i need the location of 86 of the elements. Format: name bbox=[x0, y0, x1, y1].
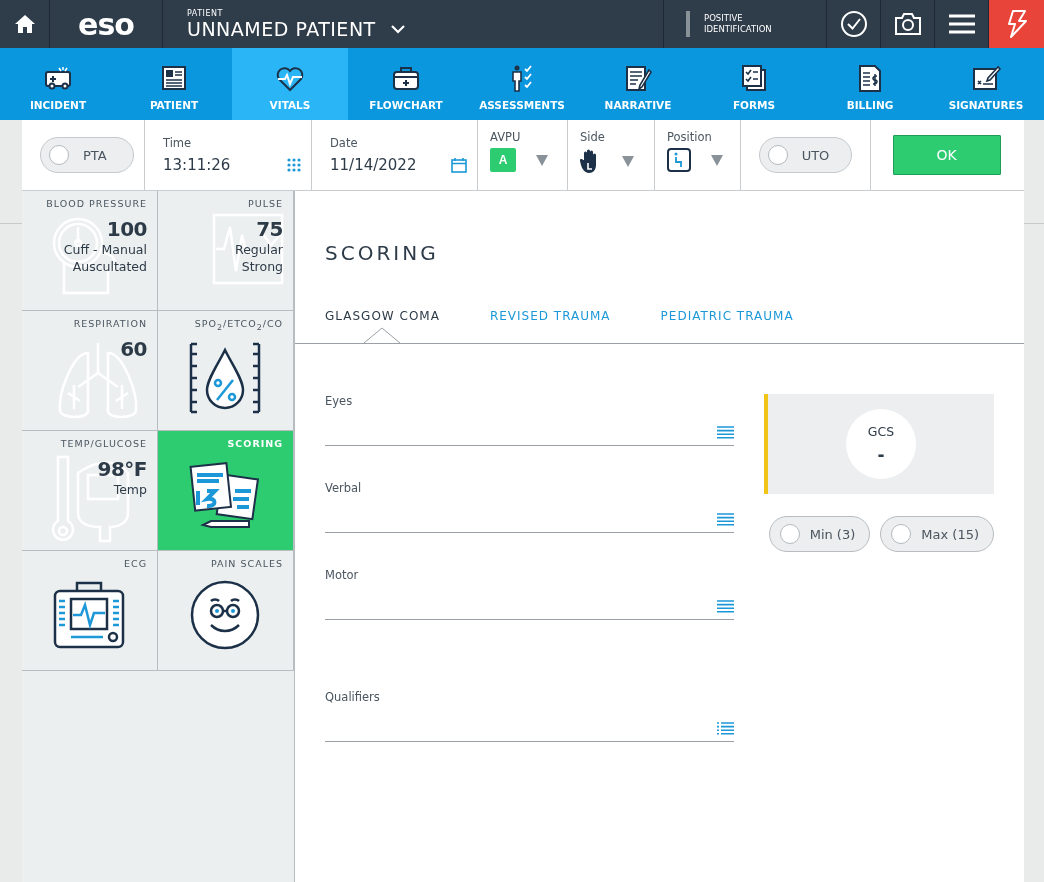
dropdown-triangle-icon bbox=[711, 154, 723, 166]
smiley-face-icon bbox=[188, 579, 261, 651]
tile-detail: Cuff - Manual bbox=[63, 241, 147, 258]
nav-tab[interactable]: SIGNATURES bbox=[928, 48, 1044, 120]
vital-tile[interactable]: PULSE 75 Regular Strong bbox=[158, 191, 294, 311]
date-value: 11/14/2022 bbox=[330, 156, 417, 174]
patient-name-dropdown[interactable]: UNNAMED PATIENT bbox=[187, 17, 663, 40]
nav-tab[interactable]: NARRATIVE bbox=[580, 48, 696, 120]
vital-tile[interactable]: SCORING bbox=[158, 431, 294, 551]
vital-tile[interactable]: SPO$_{2}$/ETCO$_{2}$/CO bbox=[158, 311, 294, 431]
tile-value: 98°F bbox=[97, 457, 147, 481]
gcs-label: GCS bbox=[867, 423, 895, 439]
field-label: Motor bbox=[325, 568, 360, 582]
nav-tab[interactable]: BILLING bbox=[812, 48, 928, 120]
tile-detail: Strong bbox=[241, 258, 283, 275]
vital-tile[interactable]: PAIN SCALES bbox=[158, 551, 294, 671]
nav-tab[interactable]: VITALS bbox=[232, 48, 348, 120]
nav-tab[interactable]: FORMS bbox=[696, 48, 812, 120]
ok-button[interactable]: OK bbox=[892, 135, 1001, 175]
position-icon bbox=[667, 148, 691, 172]
positive-identification-label: POSITIVE IDENTIFICATION bbox=[704, 13, 773, 35]
field-label: Qualifiers bbox=[325, 690, 381, 704]
uto-toggle[interactable]: UTO bbox=[758, 137, 853, 173]
lines-icon bbox=[717, 513, 734, 526]
tile-detail: Auscultated bbox=[72, 258, 147, 275]
tile-detail: Regular bbox=[235, 241, 283, 258]
nav-tab[interactable]: PATIENT bbox=[116, 48, 232, 120]
scoring-tab[interactable]: GLASGOW COMA bbox=[325, 309, 440, 343]
check-circle-icon bbox=[839, 10, 868, 38]
vital-tile[interactable]: ECG bbox=[22, 551, 158, 671]
tile-title: PAIN SCALES bbox=[210, 558, 283, 569]
tile-title: ECG bbox=[124, 558, 147, 569]
vital-tile[interactable]: BLOOD PRESSURE 100 Cuff - Manual Auscultated bbox=[22, 191, 158, 311]
tile-title: RESPIRATION bbox=[73, 318, 147, 329]
tile-title: BLOOD PRESSURE bbox=[46, 198, 147, 209]
tile-value: 60 bbox=[120, 337, 147, 361]
patient-label: PATIENT bbox=[187, 8, 224, 18]
calendar-icon[interactable] bbox=[451, 157, 467, 173]
nav-tab[interactable]: FLOWCHART bbox=[348, 48, 464, 120]
scoring-heading: SCORING bbox=[325, 241, 440, 265]
tile-title: SPO$_{2}$/ETCO$_{2}$/CO bbox=[194, 318, 283, 332]
nav-tab[interactable]: INCIDENT bbox=[0, 48, 116, 120]
avpu-label: AVPU bbox=[490, 130, 522, 144]
score-cards-icon bbox=[188, 459, 261, 531]
date-label: Date bbox=[330, 136, 359, 150]
checklist-icon bbox=[739, 64, 769, 93]
scoring-tab[interactable]: PEDIATRIC TRAUMA bbox=[660, 309, 794, 343]
lightning-bolt-button[interactable] bbox=[989, 0, 1044, 48]
tile-title: PULSE bbox=[248, 198, 283, 209]
radio-option[interactable]: Max (15) bbox=[880, 516, 994, 552]
chevron-down-icon bbox=[389, 23, 406, 34]
heart-pulse-icon bbox=[275, 64, 305, 93]
time-label: Time bbox=[163, 136, 193, 150]
document-pencil-icon bbox=[623, 64, 653, 93]
id-card-icon bbox=[159, 64, 189, 93]
dropdown-triangle-icon bbox=[536, 154, 548, 166]
vital-tile[interactable]: RESPIRATION 60 bbox=[22, 311, 158, 431]
position-label: Position bbox=[667, 130, 713, 144]
side-label: Side bbox=[580, 130, 606, 144]
menu-icon bbox=[948, 14, 975, 34]
time-value: 13:11:26 bbox=[163, 156, 231, 174]
tile-title: SCORING bbox=[227, 438, 283, 449]
avpu-dropdown[interactable]: A bbox=[490, 148, 557, 172]
scoring-tab[interactable]: REVISED TRAUMA bbox=[489, 309, 611, 343]
tile-value: 100 bbox=[106, 217, 147, 241]
gcs-value: - bbox=[877, 444, 885, 465]
tile-value: 75 bbox=[256, 217, 283, 241]
ecg-monitor-icon bbox=[52, 579, 125, 651]
lines-icon bbox=[717, 600, 734, 613]
radio-option[interactable]: Min (3) bbox=[768, 516, 871, 552]
avpu-badge: A bbox=[490, 148, 516, 172]
vital-tile[interactable]: TEMP/GLUCOSE 98°F Temp bbox=[22, 431, 158, 551]
nav-tab[interactable]: ASSESSMENTS bbox=[464, 48, 580, 120]
eso-logo: eso bbox=[78, 6, 134, 42]
field-label: Eyes bbox=[325, 394, 354, 408]
medical-bag-icon bbox=[391, 64, 421, 93]
lines-icon bbox=[717, 426, 734, 439]
camera-icon bbox=[893, 12, 922, 36]
tile-detail: Temp bbox=[113, 481, 147, 498]
dropdown-triangle-icon bbox=[622, 155, 634, 167]
pta-toggle[interactable]: PTA bbox=[40, 137, 134, 173]
home-icon bbox=[14, 15, 35, 33]
list-icon bbox=[717, 722, 734, 735]
field-label: Verbal bbox=[325, 481, 363, 495]
keypad-icon[interactable] bbox=[287, 158, 301, 172]
tile-title: TEMP/GLUCOSE bbox=[60, 438, 147, 449]
